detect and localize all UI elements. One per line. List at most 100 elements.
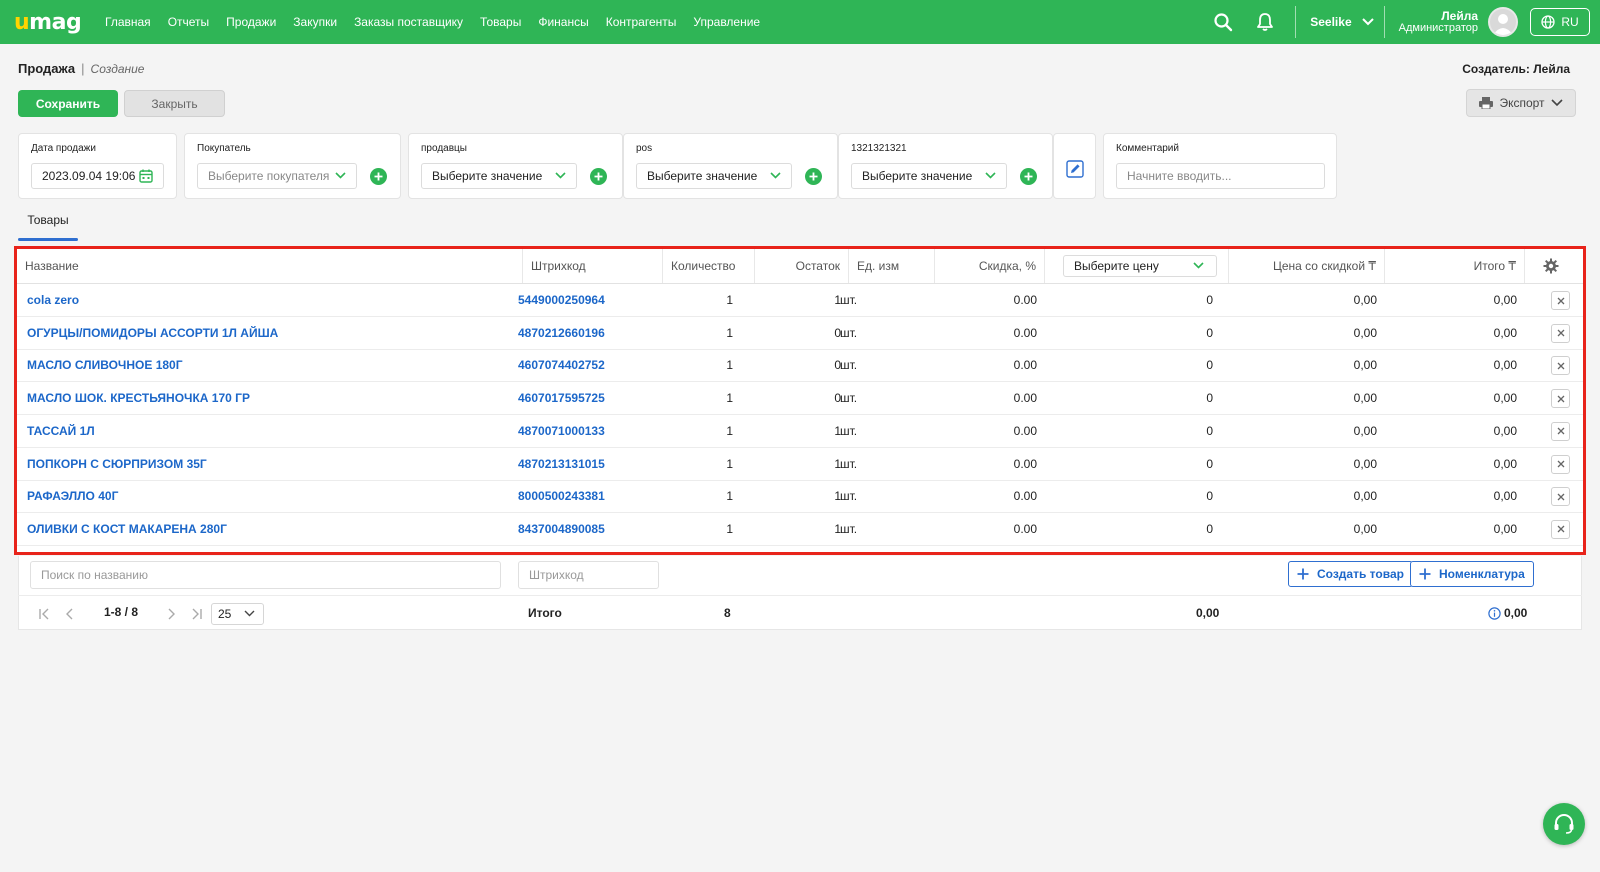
create-product-button[interactable]: Создать товар: [1288, 561, 1413, 587]
next-page-icon[interactable]: [167, 608, 177, 620]
discount-cell[interactable]: 0.00: [935, 382, 1037, 415]
product-name-link[interactable]: cola zero: [27, 284, 507, 317]
quantity-cell[interactable]: 1: [663, 480, 733, 513]
nomenclature-button[interactable]: Номенклатура: [1410, 561, 1534, 587]
remove-row-button[interactable]: [1551, 356, 1570, 376]
discount-cell[interactable]: 0.00: [935, 480, 1037, 513]
remove-row-button[interactable]: [1551, 389, 1570, 409]
bell-icon[interactable]: [1253, 10, 1277, 34]
custom-field-select[interactable]: Выберите значение: [851, 163, 1007, 189]
product-name-link[interactable]: ОГУРЦЫ/ПОМИДОРЫ АССОРТИ 1Л АЙША: [27, 317, 507, 350]
quantity-cell[interactable]: 1: [663, 284, 733, 317]
sellers-select[interactable]: Выберите значение: [421, 163, 577, 189]
discount-cell[interactable]: 0.00: [935, 284, 1037, 317]
column-header-discounted-price[interactable]: Цена со скидкой ₸: [1229, 249, 1385, 283]
column-header-name[interactable]: Название: [17, 249, 523, 283]
remove-row-button[interactable]: [1551, 454, 1570, 474]
product-name-link[interactable]: ПОПКОРН С СЮРПРИЗОМ 35Г: [27, 448, 507, 481]
discount-cell[interactable]: 0.00: [935, 349, 1037, 382]
nav-item-products[interactable]: Товары: [480, 15, 521, 29]
quantity-cell[interactable]: 1: [663, 448, 733, 481]
add-seller-button[interactable]: [590, 168, 607, 185]
quantity-cell[interactable]: 1: [663, 513, 733, 546]
column-header-unit[interactable]: Ед. изм: [849, 249, 935, 283]
sale-date-input[interactable]: 2023.09.04 19:06: [31, 163, 164, 189]
info-icon[interactable]: [1488, 607, 1501, 620]
search-icon[interactable]: [1211, 10, 1235, 34]
quantity-cell[interactable]: 1: [663, 382, 733, 415]
company-selector[interactable]: Seelike: [1310, 15, 1374, 29]
column-header-barcode[interactable]: Штрихкод: [523, 249, 663, 283]
product-name-link[interactable]: МАСЛО ШОК. КРЕСТЬЯНОЧКА 170 ГР: [27, 382, 507, 415]
last-page-icon[interactable]: [191, 608, 203, 620]
product-barcode-link[interactable]: 8437004890085: [518, 513, 658, 546]
nav-item-supplier-orders[interactable]: Заказы поставщику: [354, 15, 463, 29]
remove-row-button[interactable]: [1551, 487, 1570, 507]
nav-item-contractors[interactable]: Контрагенты: [606, 15, 677, 29]
nav-item-home[interactable]: Главная: [105, 15, 151, 29]
product-barcode-link[interactable]: 4870071000133: [518, 415, 658, 448]
language-switcher[interactable]: RU: [1530, 8, 1590, 36]
product-barcode-link[interactable]: 4870213131015: [518, 448, 658, 481]
avatar[interactable]: [1488, 7, 1518, 37]
gear-icon[interactable]: [1543, 258, 1559, 277]
price-cell[interactable]: 0: [1045, 415, 1213, 448]
quantity-cell[interactable]: 1: [663, 415, 733, 448]
comment-input[interactable]: Начните вводить...: [1116, 163, 1325, 189]
quantity-cell[interactable]: 1: [663, 349, 733, 382]
search-by-name-input[interactable]: Поиск по названию: [30, 561, 501, 589]
product-name-link[interactable]: ТАССАЙ 1Л: [27, 415, 507, 448]
per-page-select[interactable]: 25: [211, 603, 264, 625]
product-name-link[interactable]: РАФАЭЛЛО 40Г: [27, 480, 507, 513]
price-cell[interactable]: 0: [1045, 382, 1213, 415]
price-cell[interactable]: 0: [1045, 448, 1213, 481]
price-type-select[interactable]: Выберите цену: [1063, 255, 1217, 277]
product-name-link[interactable]: МАСЛО СЛИВОЧНОЕ 180Г: [27, 349, 507, 382]
price-cell[interactable]: 0: [1045, 480, 1213, 513]
close-button[interactable]: Закрыть: [124, 90, 225, 117]
buyer-select[interactable]: Выберите покупателя: [197, 163, 357, 189]
price-cell[interactable]: 0: [1045, 284, 1213, 317]
export-button[interactable]: Экспорт: [1466, 89, 1576, 117]
discount-cell[interactable]: 0.00: [935, 415, 1037, 448]
discount-cell[interactable]: 0.00: [935, 448, 1037, 481]
tab-products[interactable]: Товары: [18, 213, 78, 227]
first-page-icon[interactable]: [38, 608, 50, 620]
save-button[interactable]: Сохранить: [18, 90, 118, 117]
remove-row-button[interactable]: [1551, 291, 1570, 310]
nav-item-purchases[interactable]: Закупки: [293, 15, 337, 29]
column-header-total[interactable]: Итого ₸: [1385, 249, 1525, 283]
quantity-cell[interactable]: 1: [663, 317, 733, 350]
column-header-discount[interactable]: Скидка, %: [935, 249, 1045, 283]
remove-row-button[interactable]: [1551, 421, 1570, 441]
price-cell[interactable]: 0: [1045, 317, 1213, 350]
remove-row-button[interactable]: [1551, 323, 1570, 343]
support-chat-button[interactable]: [1543, 803, 1585, 845]
remove-row-button[interactable]: [1551, 519, 1570, 539]
product-barcode-link[interactable]: 4607017595725: [518, 382, 658, 415]
add-custom-value-button[interactable]: [1020, 168, 1037, 185]
pos-select[interactable]: Выберите значение: [636, 163, 792, 189]
discount-cell[interactable]: 0.00: [935, 317, 1037, 350]
barcode-input[interactable]: Штрихкод: [518, 561, 659, 589]
column-header-quantity[interactable]: Количество: [663, 249, 755, 283]
price-cell[interactable]: 0: [1045, 513, 1213, 546]
column-header-stock[interactable]: Остаток: [755, 249, 849, 283]
nav-item-sales[interactable]: Продажи: [226, 15, 276, 29]
nav-item-management[interactable]: Управление: [693, 15, 760, 29]
umag-logo[interactable]: umag: [14, 8, 84, 36]
add-buyer-button[interactable]: [370, 168, 387, 185]
product-barcode-link[interactable]: 8000500243381: [518, 480, 658, 513]
prev-page-icon[interactable]: [64, 608, 74, 620]
price-cell[interactable]: 0: [1045, 349, 1213, 382]
product-barcode-link[interactable]: 4607074402752: [518, 349, 658, 382]
calendar-icon[interactable]: [139, 169, 153, 183]
nav-item-reports[interactable]: Отчеты: [168, 15, 209, 29]
product-name-link[interactable]: ОЛИВКИ С КОСТ МАКАРЕНА 280Г: [27, 513, 507, 546]
product-barcode-link[interactable]: 4870212660196: [518, 317, 658, 350]
product-barcode-link[interactable]: 5449000250964: [518, 284, 658, 317]
user-info[interactable]: Лейла Администратор: [1399, 10, 1478, 34]
add-pos-button[interactable]: [805, 168, 822, 185]
nav-item-finance[interactable]: Финансы: [538, 15, 588, 29]
discount-cell[interactable]: 0.00: [935, 513, 1037, 546]
